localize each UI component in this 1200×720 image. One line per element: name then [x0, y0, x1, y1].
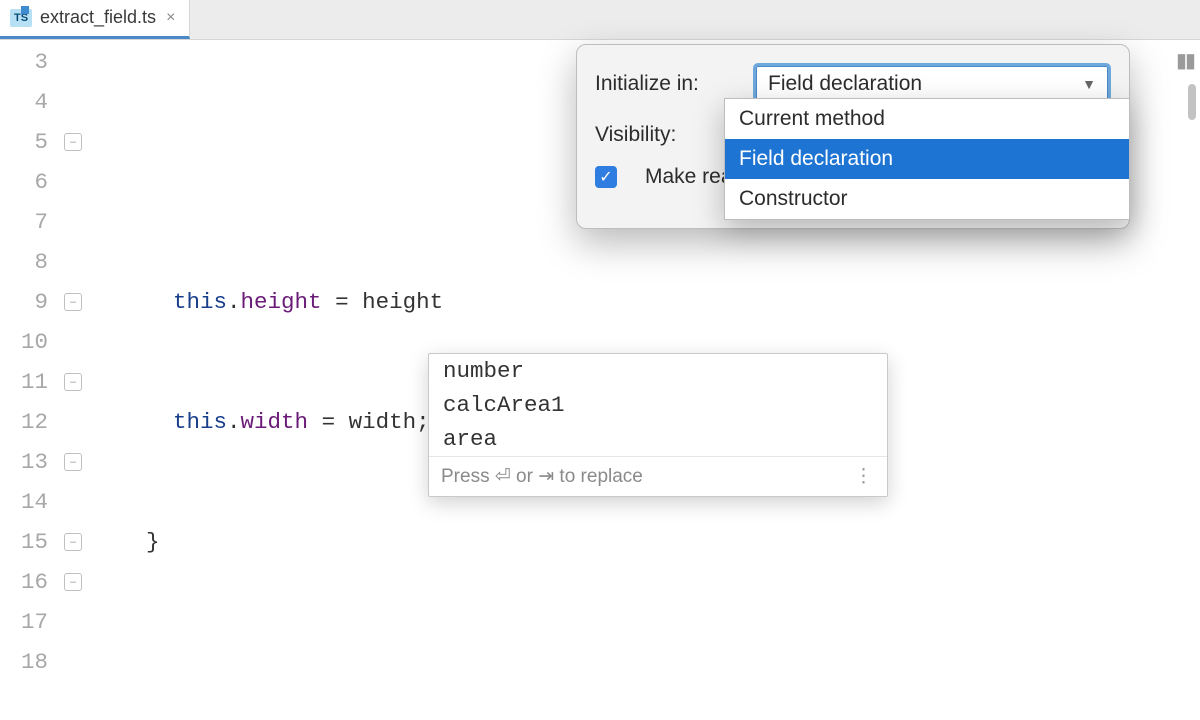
autocomplete-item[interactable]: area [429, 422, 887, 456]
tab-key-icon: ⇥ [538, 466, 554, 487]
fold-toggle[interactable]: – [64, 573, 82, 591]
more-options-icon[interactable]: ⋮ [854, 465, 875, 488]
fold-gutter: – – – – – – [58, 40, 92, 720]
code-line[interactable]: } [92, 522, 1200, 562]
line-number: 7 [0, 202, 48, 242]
fold-toggle[interactable]: – [64, 533, 82, 551]
line-number: 5 [0, 122, 48, 162]
enter-key-icon: ⏎ [495, 466, 511, 487]
code-editor[interactable]: ▮▮ 3456789101112131415161718 –––––– this… [0, 40, 1200, 720]
fold-toggle[interactable]: – [64, 133, 82, 151]
line-number: 8 [0, 242, 48, 282]
line-number: 9 [0, 282, 48, 322]
autocomplete-popup: numbercalcArea1area Press ⏎ or ⇥ to repl… [428, 353, 888, 497]
keyword-this: this [173, 289, 227, 315]
keyword-this: this [173, 409, 227, 435]
line-number: 3 [0, 42, 48, 82]
line-number: 16 [0, 562, 48, 602]
line-number: 6 [0, 162, 48, 202]
dropdown-item[interactable]: Field declaration [725, 139, 1129, 179]
line-number: 12 [0, 402, 48, 442]
line-number: 4 [0, 82, 48, 122]
code-line[interactable] [92, 642, 1200, 682]
line-number: 15 [0, 522, 48, 562]
make-readonly-label: Make rea [645, 165, 733, 189]
autocomplete-item[interactable]: calcArea1 [429, 388, 887, 422]
fold-toggle[interactable]: – [64, 293, 82, 311]
combobox-value: Field declaration [768, 72, 922, 96]
line-number: 17 [0, 602, 48, 642]
fold-toggle[interactable]: – [64, 373, 82, 391]
line-number: 11 [0, 362, 48, 402]
close-icon[interactable]: × [164, 9, 177, 27]
make-readonly-checkbox[interactable]: ✓ [595, 166, 617, 188]
line-number: 10 [0, 322, 48, 362]
autocomplete-hint: Press ⏎ or ⇥ to replace ⋮ [429, 456, 887, 496]
fold-toggle[interactable]: – [64, 453, 82, 471]
initialize-in-label: Initialize in: [595, 72, 735, 96]
visibility-label: Visibility: [595, 123, 735, 147]
tab-filename: extract_field.ts [40, 7, 156, 28]
initialize-in-dropdown: Current methodField declarationConstruct… [724, 98, 1130, 220]
field-width: width [241, 409, 309, 435]
dropdown-item[interactable]: Current method [725, 99, 1129, 139]
typescript-file-icon: TS [10, 9, 32, 27]
chevron-down-icon: ▼ [1082, 76, 1096, 92]
line-number: 18 [0, 642, 48, 682]
line-number-gutter: 3456789101112131415161718 [0, 40, 58, 720]
dropdown-item[interactable]: Constructor [725, 179, 1129, 219]
field-height: height [241, 289, 322, 315]
code-line[interactable]: this.height = height [92, 282, 1200, 322]
line-number: 13 [0, 442, 48, 482]
autocomplete-item[interactable]: number [429, 354, 887, 388]
file-tab[interactable]: TS extract_field.ts × [0, 0, 190, 39]
line-number: 14 [0, 482, 48, 522]
tab-bar: TS extract_field.ts × [0, 0, 1200, 40]
